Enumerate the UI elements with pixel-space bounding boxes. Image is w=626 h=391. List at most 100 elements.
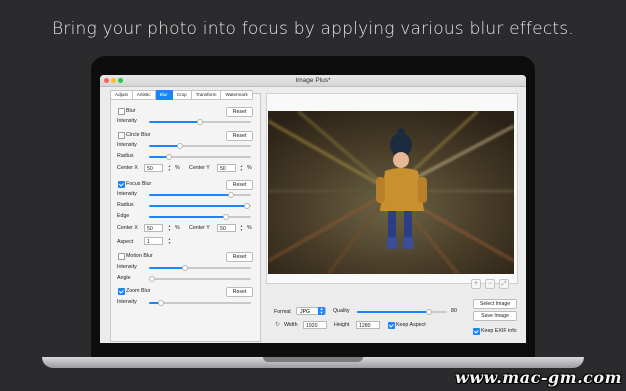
format-select[interactable]: JPG ▲ ▼ — [296, 307, 326, 315]
tab-bar: Adjust Artistic Blur Crop Transform Wate… — [110, 90, 253, 100]
blur-checkbox[interactable] — [118, 108, 125, 115]
motion-blur-intensity-slider[interactable] — [149, 264, 251, 271]
focus-blur-intensity-slider[interactable] — [149, 191, 251, 198]
height-field[interactable]: 1280 — [356, 321, 380, 329]
tab-adjust[interactable]: Adjust — [110, 90, 133, 100]
close-window-button[interactable] — [104, 78, 109, 83]
focus-blur-center-x-field[interactable]: 50 — [144, 224, 163, 232]
slider-knob[interactable] — [158, 299, 165, 306]
focus-blur-aspect-field[interactable]: 1 — [144, 237, 163, 245]
save-image-button[interactable]: Save Image — [473, 311, 517, 321]
zoom-blur-checkbox[interactable] — [118, 288, 125, 295]
focus-blur-center-x-stepper[interactable]: ▲ ▼ — [167, 224, 172, 232]
motion-blur-intensity-label: Intensity — [117, 264, 137, 270]
keep-aspect-label: Keep Aspect — [396, 322, 426, 328]
format-value: JPG — [300, 309, 311, 315]
tab-transform[interactable]: Transform — [191, 90, 222, 100]
circle-blur-checkbox[interactable] — [118, 132, 125, 139]
blur-intensity-label: Intensity — [117, 118, 137, 124]
slider-knob[interactable] — [222, 213, 229, 220]
motion-blur-checkbox[interactable] — [118, 253, 125, 260]
circle-blur-center-x-label: Center X — [117, 165, 138, 171]
blur-reset-button[interactable]: Reset — [226, 107, 253, 117]
focus-blur-checkbox[interactable] — [118, 181, 125, 188]
motion-blur-angle-slider[interactable] — [149, 275, 251, 282]
tab-blur[interactable]: Blur — [155, 90, 173, 100]
select-image-button[interactable]: Select Image — [473, 299, 517, 309]
focus-blur-edge-label: Edge — [117, 213, 130, 219]
watermark-text: www.mac-gm.com — [455, 368, 622, 387]
quality-label: Quality — [333, 308, 350, 314]
fit-to-window-icon[interactable]: ⤢ — [499, 279, 509, 289]
tab-crop[interactable]: Crop — [172, 90, 192, 100]
minimize-window-button[interactable] — [111, 78, 116, 83]
width-field[interactable]: 1920 — [303, 321, 327, 329]
refresh-icon[interactable]: ↻ — [275, 321, 280, 328]
slider-knob[interactable] — [243, 202, 250, 209]
focus-blur-center-y-stepper[interactable]: ▲ ▼ — [239, 224, 244, 232]
keep-aspect-checkbox[interactable] — [388, 322, 395, 329]
motion-blur-reset-button[interactable]: Reset — [226, 252, 253, 262]
slider-knob[interactable] — [426, 308, 432, 315]
blurred-photo-illustration — [268, 111, 514, 274]
title-bar: Image Plus* — [100, 75, 526, 87]
percent-label: % — [247, 225, 252, 231]
slider-knob[interactable] — [166, 153, 173, 160]
focus-blur-center-y-label: Center Y — [189, 225, 210, 231]
zoom-blur-label: Zoom Blur — [126, 288, 151, 294]
circle-blur-radius-slider[interactable] — [149, 153, 251, 160]
focus-blur-aspect-label: Aspect — [117, 239, 134, 245]
focus-blur-radius-slider[interactable] — [149, 202, 251, 209]
height-label: Height — [334, 322, 350, 328]
circle-blur-center-x-field[interactable]: 50 — [144, 164, 163, 172]
circle-blur-radius-label: Radius — [117, 153, 134, 159]
circle-blur-center-y-label: Center Y — [189, 165, 210, 171]
laptop-notch — [263, 357, 363, 362]
tab-watermark[interactable]: Watermark — [221, 90, 253, 100]
circle-blur-reset-button[interactable]: Reset — [226, 131, 253, 141]
percent-label: % — [175, 225, 180, 231]
app-window: Image Plus* Adjust Artistic Blur Crop Tr… — [100, 75, 526, 343]
circle-blur-center-y-stepper[interactable]: ▲ ▼ — [239, 164, 244, 172]
focus-blur-intensity-label: Intensity — [117, 191, 137, 197]
circle-blur-center-x-stepper[interactable]: ▲ ▼ — [167, 164, 172, 172]
percent-label: % — [175, 165, 180, 171]
blur-intensity-slider[interactable] — [149, 118, 251, 125]
circle-blur-label: Circle Blur — [126, 132, 151, 138]
zoom-blur-intensity-slider[interactable] — [149, 299, 251, 306]
focus-blur-edge-slider[interactable] — [149, 213, 251, 220]
circle-blur-intensity-slider[interactable] — [149, 142, 251, 149]
zoom-blur-intensity-label: Intensity — [117, 299, 137, 305]
keep-exif-checkbox[interactable] — [473, 328, 480, 335]
focus-blur-center-y-field[interactable]: 50 — [217, 224, 236, 232]
zoom-out-icon[interactable]: − — [485, 279, 495, 289]
focus-blur-label: Focus Blur — [126, 181, 152, 187]
percent-label: % — [247, 165, 252, 171]
zoom-window-button[interactable] — [118, 78, 123, 83]
quality-slider[interactable] — [357, 308, 447, 315]
focus-blur-center-x-label: Center X — [117, 225, 138, 231]
circle-blur-intensity-label: Intensity — [117, 142, 137, 148]
format-label: Format — [274, 309, 291, 315]
slider-knob[interactable] — [197, 118, 203, 125]
focus-blur-aspect-stepper[interactable]: ▲ ▼ — [167, 237, 172, 245]
slider-knob[interactable] — [227, 191, 234, 198]
photo-preview — [268, 111, 514, 274]
motion-blur-angle-label: Angle — [117, 275, 131, 281]
focus-blur-reset-button[interactable]: Reset — [226, 180, 253, 190]
tab-artistic[interactable]: Artistic — [132, 90, 156, 100]
zoom-blur-reset-button[interactable]: Reset — [226, 287, 253, 297]
blur-label: Blur — [126, 108, 136, 114]
slider-knob[interactable] — [181, 264, 188, 271]
zoom-in-icon[interactable]: + — [471, 279, 481, 289]
window-title: Image Plus* — [295, 77, 331, 84]
width-label: Width — [284, 322, 298, 328]
headline: Bring your photo into focus by applying … — [52, 19, 574, 39]
quality-value: 80 — [451, 308, 457, 314]
chevron-updown-icon: ▲ ▼ — [318, 306, 325, 315]
circle-blur-center-y-field[interactable]: 50 — [217, 164, 236, 172]
keep-exif-label: Keep EXIF info — [481, 328, 517, 334]
focus-blur-radius-label: Radius — [117, 202, 134, 208]
slider-knob[interactable] — [176, 142, 183, 149]
slider-knob[interactable] — [149, 275, 155, 282]
